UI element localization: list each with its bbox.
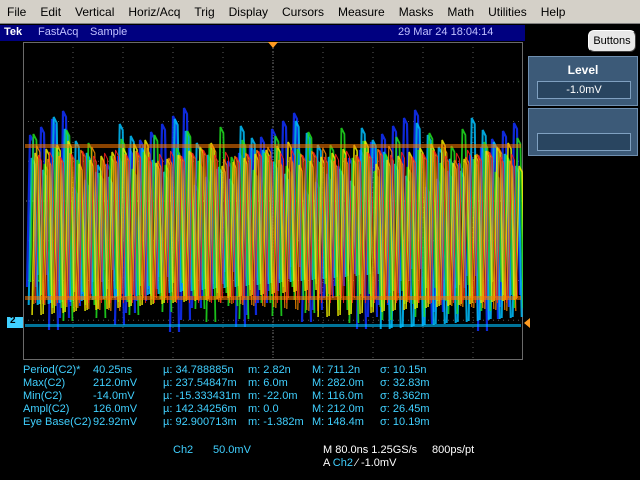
low-level-band <box>25 296 521 300</box>
bottom-readouts: Ch2 50.0mV M 80.0ns 1.25GS/s 800ps/pt A … <box>0 442 640 480</box>
level-value-field[interactable]: -1.0mV <box>537 81 631 99</box>
measurement-sigma: σ: 10.19m <box>380 416 430 428</box>
level-control[interactable]: Level -1.0mV <box>528 56 638 106</box>
trigger-prefix: A <box>323 457 330 469</box>
measurement-sigma: σ: 10.15n <box>380 364 427 376</box>
measurement-mean: µ: 92.900713m <box>163 416 237 428</box>
measurement-sigma: σ: 32.83m <box>380 377 430 389</box>
measurement-readouts: Period(C2)* 40.25ns µ: 34.788885n m: 2.8… <box>0 362 640 432</box>
waveform-display[interactable] <box>23 42 523 360</box>
measurement-row[interactable]: Min(C2) -14.0mV µ: -15.333431m m: -22.0m… <box>0 390 640 404</box>
menu-help[interactable]: Help <box>534 0 573 24</box>
measurement-min: m: 6.0m <box>248 377 288 389</box>
empty-control[interactable] <box>528 108 638 156</box>
measurement-mean: µ: 34.788885n <box>163 364 234 376</box>
status-bar: Tek FastAcq Sample 29 Mar 24 18:04:14 <box>0 25 525 41</box>
measurement-value: 212.0mV <box>93 377 138 389</box>
measurement-min: m: 0.0 <box>248 403 279 415</box>
measurement-name: Eye Base(C2) <box>23 416 92 428</box>
measurement-row[interactable]: Ampl(C2) 126.0mV µ: 142.34256m m: 0.0 M:… <box>0 403 640 417</box>
vertical-scale[interactable]: 50.0mV <box>213 444 251 456</box>
resolution-readout: 800ps/pt <box>432 444 475 456</box>
measurement-row[interactable]: Eye Base(C2) 92.92mV µ: 92.900713m m: -1… <box>0 416 640 430</box>
measurement-mean: µ: 142.34256m <box>163 403 237 415</box>
measurement-value: 40.25ns <box>93 364 133 376</box>
measurement-mean: µ: -15.333431m <box>163 390 241 402</box>
measurement-max: M: 212.0m <box>312 403 364 415</box>
menu-trig[interactable]: Trig <box>187 0 221 24</box>
measurement-name: Ampl(C2) <box>23 403 70 415</box>
menu-edit[interactable]: Edit <box>33 0 68 24</box>
measurement-row[interactable]: Period(C2)* 40.25ns µ: 34.788885n m: 2.8… <box>0 364 640 378</box>
menu-utilities[interactable]: Utilities <box>481 0 534 24</box>
trigger-readout[interactable]: A Ch2 ⁄ -1.0mV <box>323 457 396 469</box>
trigger-level: -1.0mV <box>360 457 397 469</box>
high-level-band <box>25 144 521 148</box>
measurement-sigma: σ: 26.45m <box>380 403 430 415</box>
measurement-name: Period(C2)* <box>23 364 81 376</box>
trigger-slope-icon: ⁄ <box>356 457 358 469</box>
menu-bar: File Edit Vertical Horiz/Acq Trig Displa… <box>0 0 640 24</box>
empty-control-field <box>537 133 631 151</box>
measurement-min: m: -22.0m <box>248 390 298 402</box>
timebase-readout[interactable]: M 80.0ns 1.25GS/s <box>323 444 417 456</box>
measurement-max: M: 282.0m <box>312 377 364 389</box>
measurement-max: M: 711.2n <box>312 364 361 376</box>
measurement-max: M: 148.4m <box>312 416 364 428</box>
date-time: 29 Mar 24 18:04:14 <box>398 26 494 38</box>
brand-logo: Tek <box>4 26 23 38</box>
measurement-value: -14.0mV <box>93 390 135 402</box>
measurement-sigma: σ: 8.362m <box>380 390 430 402</box>
baseline-band <box>25 324 521 327</box>
menu-math[interactable]: Math <box>440 0 481 24</box>
buttons-button[interactable]: Buttons <box>588 30 636 52</box>
measurement-value: 126.0mV <box>93 403 138 415</box>
measurement-row[interactable]: Max(C2) 212.0mV µ: 237.54847m m: 6.0m M:… <box>0 377 640 391</box>
channel-label[interactable]: Ch2 <box>173 444 193 456</box>
measurement-name: Max(C2) <box>23 377 66 389</box>
trigger-channel: Ch2 <box>332 457 353 469</box>
menu-file[interactable]: File <box>0 0 33 24</box>
sample-mode: Sample <box>90 26 128 38</box>
measurement-name: Min(C2) <box>23 390 63 402</box>
measurement-max: M: 116.0m <box>312 390 364 402</box>
channel-2-marker[interactable]: 2 <box>7 315 23 328</box>
acquisition-mode: FastAcq <box>38 26 79 38</box>
menu-masks[interactable]: Masks <box>392 0 441 24</box>
menu-vertical[interactable]: Vertical <box>68 0 121 24</box>
level-title: Level <box>567 63 599 77</box>
measurement-value: 92.92mV <box>93 416 138 428</box>
measurement-min: m: -1.382m <box>248 416 304 428</box>
menu-display[interactable]: Display <box>222 0 275 24</box>
menu-cursors[interactable]: Cursors <box>275 0 331 24</box>
menu-measure[interactable]: Measure <box>331 0 392 24</box>
channel-marker-label: 2 <box>10 315 16 326</box>
measurement-mean: µ: 237.54847m <box>163 377 237 389</box>
menu-horiz-acq[interactable]: Horiz/Acq <box>121 0 187 24</box>
measurement-min: m: 2.82n <box>248 364 291 376</box>
trigger-level-marker[interactable] <box>524 318 530 328</box>
